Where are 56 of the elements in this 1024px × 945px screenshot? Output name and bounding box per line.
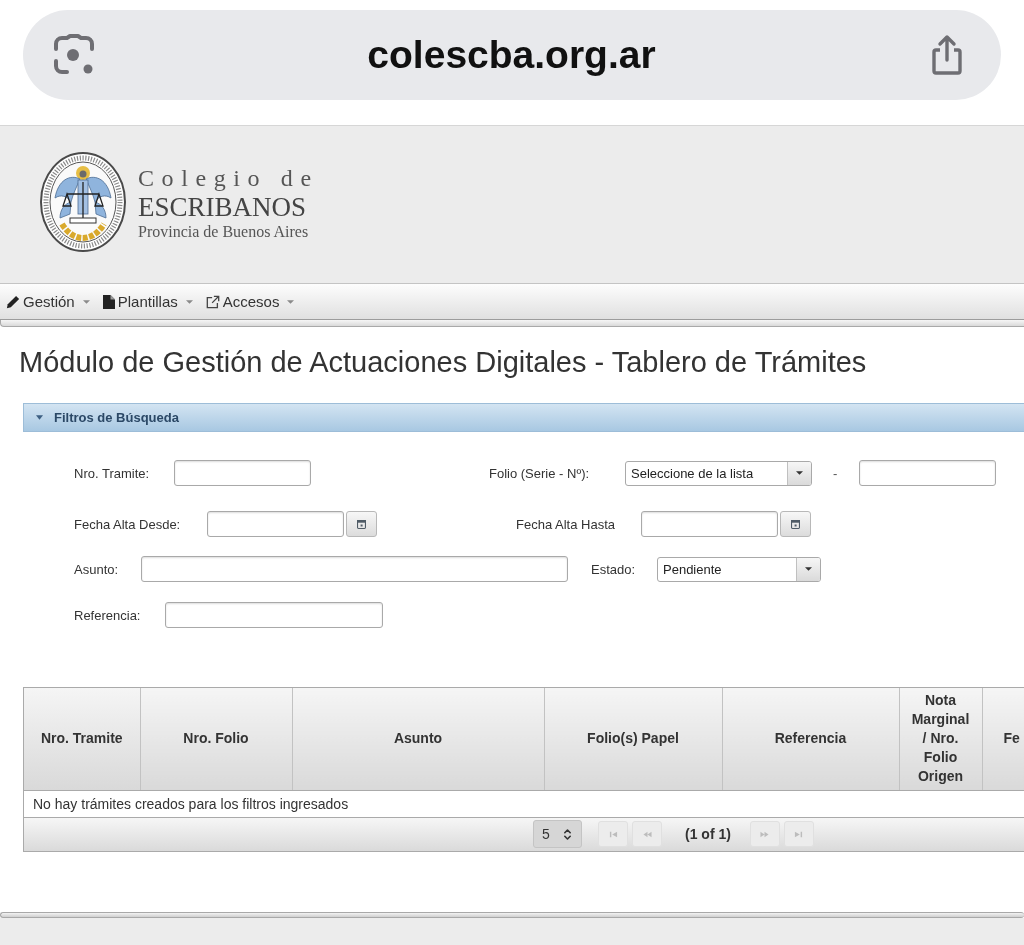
calendar-button[interactable] [346, 511, 377, 537]
caret-icon [185, 299, 193, 304]
dropdown-button[interactable] [796, 557, 820, 581]
text-input[interactable] [174, 460, 311, 486]
calendar-icon [791, 519, 800, 529]
caret-icon [82, 299, 90, 304]
document-icon [102, 294, 115, 309]
empty-message: No hay trámites creados para los filtros ingresados [24, 790, 1024, 817]
column-header: Nro. Tramite [24, 688, 140, 790]
page-title: Módulo de Gestión de Actuaciones Digitales - Tablero de Trámites [19, 345, 868, 379]
text-input[interactable] [859, 460, 997, 486]
text-input[interactable] [165, 602, 383, 628]
updown-chevron-icon [563, 827, 572, 841]
calendar-icon [357, 519, 366, 529]
column-header: Nota Marginal / Nro. Folio Origen [899, 688, 982, 790]
dropdown-button[interactable] [787, 461, 811, 485]
external-link-icon [205, 294, 220, 309]
dropdown-select[interactable]: Seleccione de la lista [625, 460, 812, 486]
column-header: Folio(s) Papel [544, 688, 722, 790]
url-text: colescba.org.ar [367, 33, 656, 77]
field-label: Nro. Tramite: [74, 465, 151, 481]
page-report: (1 of 1) [685, 826, 731, 842]
panel-header[interactable]: Filtros de Búsqueda [23, 403, 1024, 432]
menu-item[interactable]: Gestión [6, 288, 90, 315]
field-label: Fecha Alta Hasta [516, 516, 616, 532]
rewind-icon [642, 829, 652, 839]
text-input[interactable] [141, 556, 568, 582]
field-label: Fecha Alta Desde: [74, 516, 182, 532]
menu-item[interactable]: Accesos [205, 288, 295, 315]
field-label: Asunto: [74, 561, 120, 577]
fast-forward-icon [760, 829, 770, 839]
column-header: Fe [982, 688, 1024, 790]
field-label: Folio (Serie - Nº): [489, 465, 591, 481]
dash-separator: - [833, 465, 838, 481]
column-header: Referencia [722, 688, 899, 790]
column-header: Nro. Folio [140, 688, 292, 790]
scan-icon[interactable] [52, 34, 96, 76]
date-input[interactable] [641, 511, 778, 537]
page-size-select[interactable]: 5 [533, 820, 582, 848]
brand-text: ESCRIBANOS [138, 192, 307, 222]
pencil-icon [6, 294, 20, 309]
caret-icon [805, 567, 812, 571]
menu-item[interactable]: Plantillas [102, 288, 193, 315]
field-label: Estado: [591, 561, 637, 577]
skip-start-icon [608, 829, 618, 839]
caret-icon [287, 299, 295, 304]
address-bar[interactable]: colescba.org.ar [23, 10, 1001, 100]
caret-icon [796, 471, 803, 475]
skip-end-icon [794, 829, 804, 839]
calendar-button[interactable] [780, 511, 811, 537]
field-label: Referencia: [74, 607, 142, 623]
brand-text: Colegio de [138, 164, 319, 192]
date-input[interactable] [207, 511, 344, 537]
column-header: Asunto [292, 688, 544, 790]
brand-text: Provincia de Buenos Aires [138, 222, 309, 242]
dropdown-select[interactable]: Pendiente [657, 556, 821, 582]
